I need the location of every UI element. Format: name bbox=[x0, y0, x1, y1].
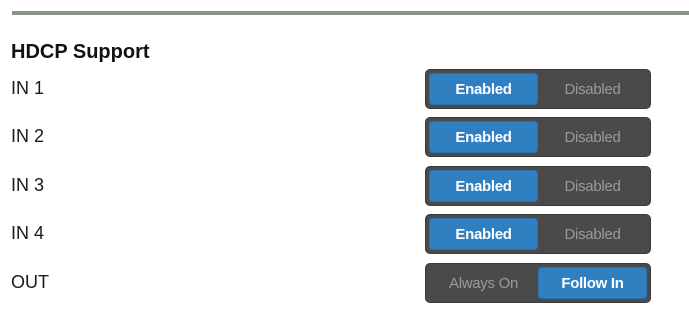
row-label-in4: IN 4 bbox=[11, 223, 45, 243]
toggle-in4: Enabled Disabled bbox=[425, 214, 651, 254]
in4-disabled-button[interactable]: Disabled bbox=[538, 218, 647, 250]
section-title: HDCP Support bbox=[11, 41, 150, 63]
row-label-in3: IN 3 bbox=[11, 175, 45, 195]
toggle-in1: Enabled Disabled bbox=[425, 69, 651, 109]
out-always-on-button[interactable]: Always On bbox=[429, 267, 538, 299]
in3-disabled-button[interactable]: Disabled bbox=[538, 170, 647, 202]
row-label-in2: IN 2 bbox=[11, 126, 45, 146]
hdcp-row-in3: IN 3 Enabled Disabled bbox=[0, 166, 689, 206]
row-label-out: OUT bbox=[11, 272, 49, 292]
hdcp-row-out: OUT Always On Follow In bbox=[0, 263, 689, 303]
toggle-in2: Enabled Disabled bbox=[425, 117, 651, 157]
section-divider bbox=[12, 11, 689, 15]
hdcp-row-in1: IN 1 Enabled Disabled bbox=[0, 69, 689, 109]
in2-disabled-button[interactable]: Disabled bbox=[538, 121, 647, 153]
hdcp-row-in4: IN 4 Enabled Disabled bbox=[0, 214, 689, 254]
in1-enabled-button[interactable]: Enabled bbox=[429, 73, 538, 105]
in1-disabled-button[interactable]: Disabled bbox=[538, 73, 647, 105]
toggle-out: Always On Follow In bbox=[425, 263, 651, 303]
in2-enabled-button[interactable]: Enabled bbox=[429, 121, 538, 153]
hdcp-row-in2: IN 2 Enabled Disabled bbox=[0, 117, 689, 157]
in3-enabled-button[interactable]: Enabled bbox=[429, 170, 538, 202]
in4-enabled-button[interactable]: Enabled bbox=[429, 218, 538, 250]
out-follow-in-button[interactable]: Follow In bbox=[538, 267, 647, 299]
toggle-in3: Enabled Disabled bbox=[425, 166, 651, 206]
row-label-in1: IN 1 bbox=[11, 78, 45, 98]
